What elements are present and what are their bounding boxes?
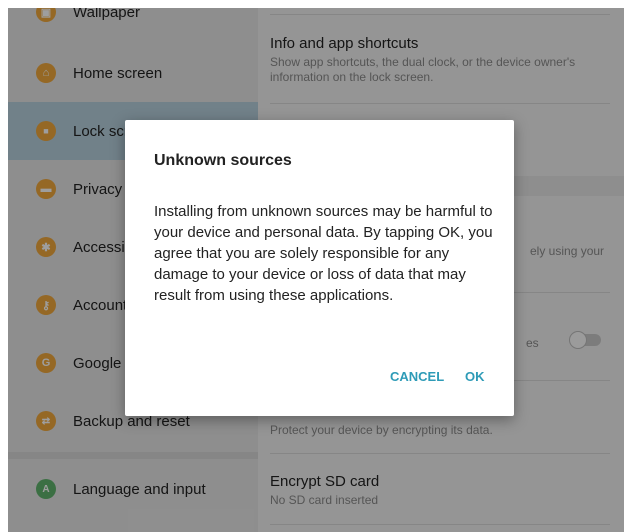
ok-button[interactable]: OK	[465, 369, 485, 384]
dialog-message: Installing from unknown sources may be h…	[154, 203, 493, 304]
dialog-title: Unknown sources	[154, 152, 292, 169]
cancel-button[interactable]: CANCEL	[390, 369, 444, 384]
unknown-sources-dialog: Unknown sources Installing from unknown …	[125, 120, 514, 416]
settings-screen: ▣ Wallpaper ⌂ Home screen ■ Lock screen …	[8, 8, 624, 532]
